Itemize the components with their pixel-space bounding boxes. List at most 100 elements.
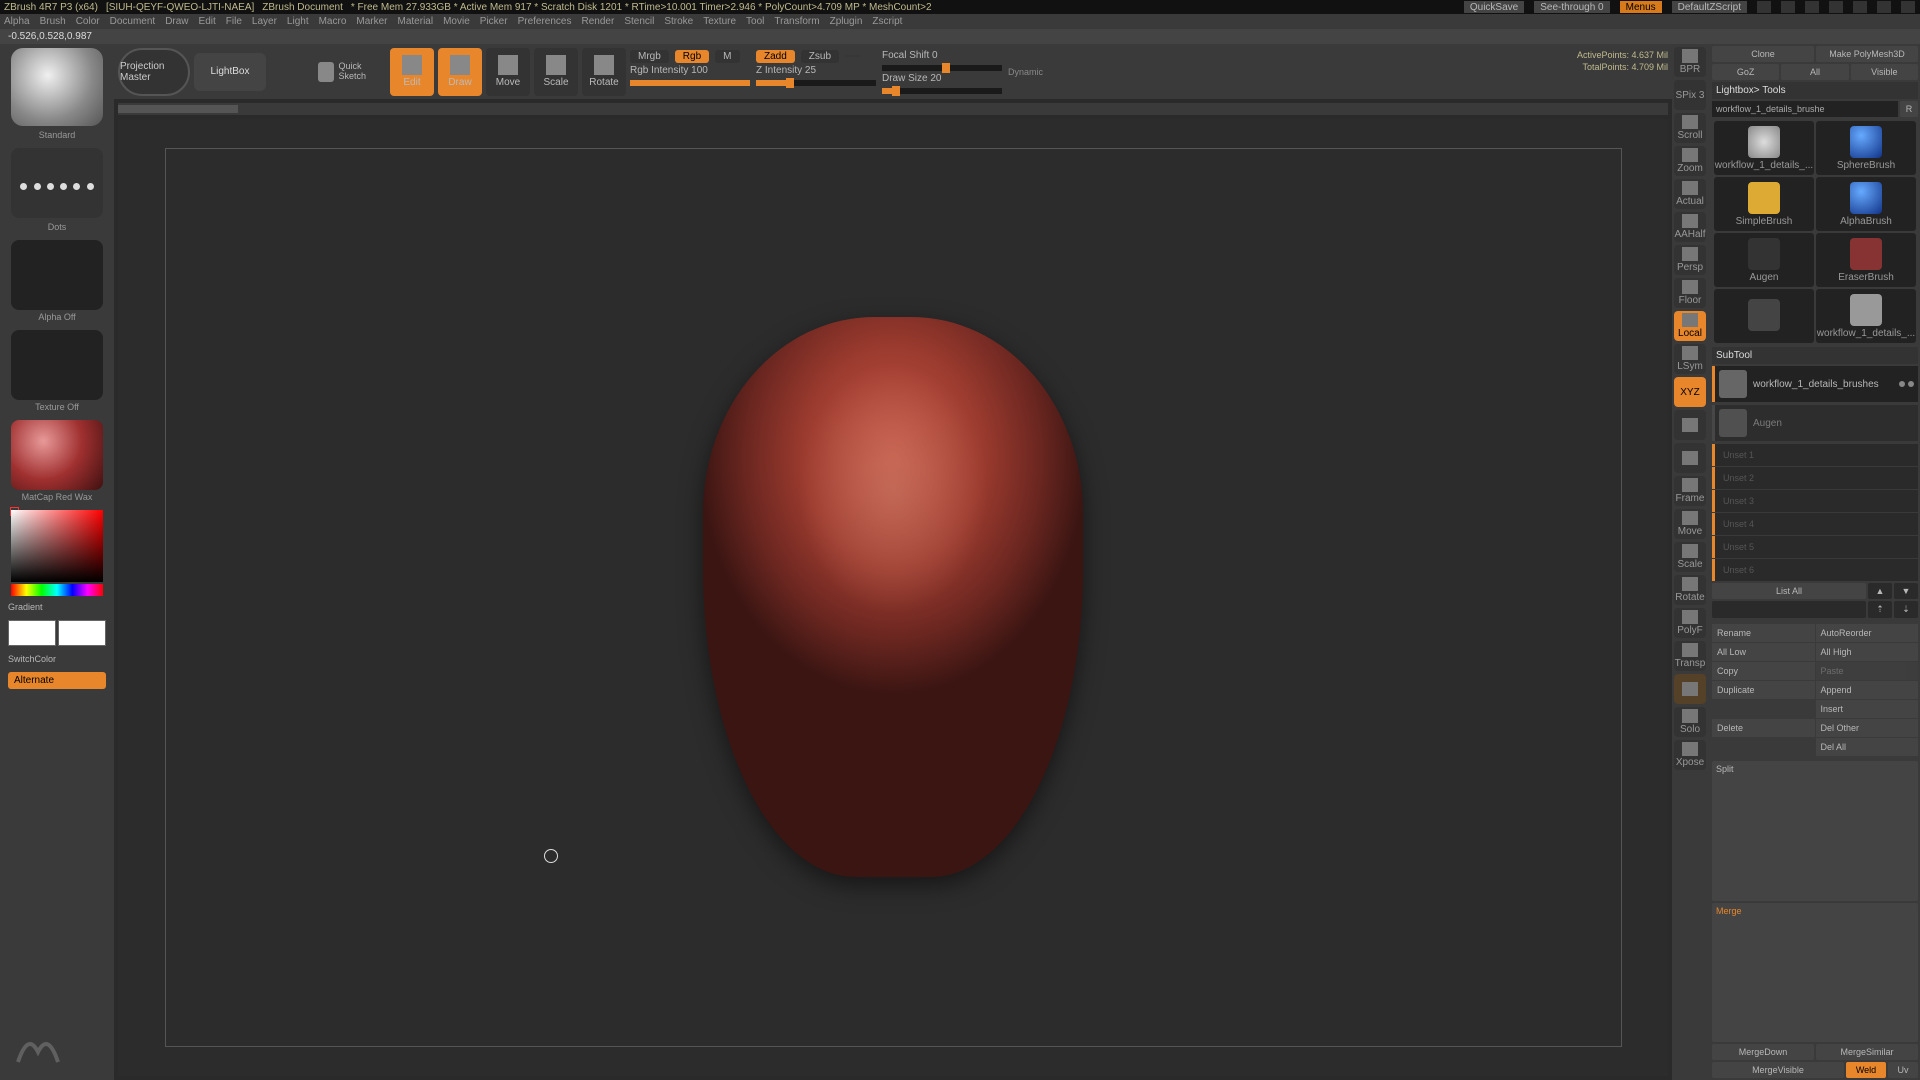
draw-mode-button[interactable]: Draw	[438, 48, 482, 96]
nav-blank-1[interactable]	[1674, 410, 1706, 440]
window-icon-2[interactable]	[1781, 1, 1795, 13]
scale-mode-button[interactable]: Scale	[534, 48, 578, 96]
swatch-main[interactable]	[8, 620, 56, 646]
texture-thumbnail[interactable]	[11, 330, 103, 400]
ghost-button[interactable]	[1674, 674, 1706, 704]
move-mode-button[interactable]: Move	[486, 48, 530, 96]
delete-button[interactable]: Delete	[1712, 719, 1815, 737]
append-button[interactable]: Append	[1816, 681, 1919, 699]
draw-size-slider[interactable]	[882, 88, 1002, 94]
make-polymesh-button[interactable]: Make PolyMesh3D	[1816, 46, 1918, 62]
unset-2[interactable]: Unset 2	[1712, 467, 1918, 489]
projection-master-button[interactable]: Projection Master	[118, 48, 190, 96]
polyf-button[interactable]: PolyF	[1674, 608, 1706, 638]
nav-rotate-button[interactable]: Rotate	[1674, 575, 1706, 605]
defaultscript-button[interactable]: DefaultZScript	[1672, 1, 1747, 13]
tool-tile-eraser[interactable]: EraserBrush	[1816, 233, 1916, 287]
prev-button[interactable]	[1712, 601, 1866, 618]
alternate-button[interactable]: Alternate	[8, 672, 106, 689]
move-down-icon[interactable]: ⇣	[1894, 601, 1918, 618]
rgb-button[interactable]: Rgb	[675, 50, 709, 63]
window-icon-4[interactable]	[1829, 1, 1843, 13]
menu-movie[interactable]: Movie	[443, 16, 470, 27]
alpha-thumbnail[interactable]	[11, 240, 103, 310]
brush-thumbnail[interactable]	[11, 48, 103, 126]
menu-draw[interactable]: Draw	[165, 16, 188, 27]
persp-button[interactable]: Persp	[1674, 245, 1706, 275]
menu-render[interactable]: Render	[582, 16, 615, 27]
seethrough-slider[interactable]: See-through 0	[1534, 1, 1609, 13]
m-button[interactable]: M	[715, 50, 739, 63]
sculpted-model[interactable]	[703, 317, 1083, 877]
menu-stroke[interactable]: Stroke	[664, 16, 693, 27]
move-up-icon[interactable]: ⇡	[1868, 601, 1892, 618]
quicksketch-button[interactable]: Quick Sketch	[314, 48, 386, 96]
canvas-area[interactable]	[118, 119, 1668, 1076]
tool-tile-8[interactable]: workflow_1_details_...	[1816, 289, 1916, 343]
floor-button[interactable]: Floor	[1674, 278, 1706, 308]
edit-mode-button[interactable]: Edit	[390, 48, 434, 96]
subtool-item-2[interactable]: Augen	[1712, 405, 1918, 441]
goz-button[interactable]: GoZ	[1712, 64, 1779, 80]
xpose-button[interactable]: Xpose	[1674, 740, 1706, 770]
arrow-up-icon[interactable]: ▲	[1868, 583, 1892, 599]
stroke-thumbnail[interactable]	[11, 148, 103, 218]
subtool-header[interactable]: SubTool	[1712, 347, 1918, 364]
menu-color[interactable]: Color	[76, 16, 100, 27]
rgb-intensity-slider[interactable]	[630, 80, 750, 86]
z-intensity-label[interactable]: Z Intensity 25	[756, 65, 876, 76]
swatch-secondary[interactable]	[58, 620, 106, 646]
unset-5[interactable]: Unset 5	[1712, 536, 1918, 558]
tool-tile-7[interactable]	[1714, 289, 1814, 343]
arrow-down-icon[interactable]: ▼	[1894, 583, 1918, 599]
visibility-icon[interactable]	[1908, 381, 1914, 387]
focal-shift-slider[interactable]	[882, 65, 1002, 71]
material-thumbnail[interactable]	[11, 420, 103, 490]
spix-button[interactable]: SPix 3	[1674, 80, 1706, 110]
hue-bar[interactable]	[11, 584, 103, 596]
close-icon[interactable]	[1901, 1, 1915, 13]
goz-all-button[interactable]: All	[1781, 64, 1848, 80]
mergesimilar-button[interactable]: MergeSimilar	[1816, 1044, 1918, 1060]
unset-1[interactable]: Unset 1	[1712, 444, 1918, 466]
subtool-item-1[interactable]: workflow_1_details_brushes	[1712, 366, 1918, 402]
rgb-intensity-label[interactable]: Rgb Intensity 100	[630, 65, 750, 76]
copy-button[interactable]: Copy	[1712, 662, 1815, 680]
zadd-button[interactable]: Zadd	[756, 50, 795, 63]
menu-macro[interactable]: Macro	[319, 16, 347, 27]
switchcolor-button[interactable]: SwitchColor	[8, 654, 106, 664]
menu-zscript[interactable]: Zscript	[872, 16, 902, 27]
window-icon-1[interactable]	[1757, 1, 1771, 13]
unset-4[interactable]: Unset 4	[1712, 513, 1918, 535]
del-other-button[interactable]: Del Other	[1816, 719, 1919, 737]
tool-tile-alpha[interactable]: AlphaBrush	[1816, 177, 1916, 231]
menu-light[interactable]: Light	[287, 16, 309, 27]
mergedown-button[interactable]: MergeDown	[1712, 1044, 1814, 1060]
actual-button[interactable]: Actual	[1674, 179, 1706, 209]
rename-button[interactable]: Rename	[1712, 624, 1815, 642]
menu-texture[interactable]: Texture	[703, 16, 736, 27]
zsub-button[interactable]: Zsub	[801, 50, 839, 63]
uv-button[interactable]: Uv	[1888, 1062, 1918, 1078]
insert-button[interactable]: Insert	[1816, 700, 1919, 718]
bpr-button[interactable]: BPR	[1674, 47, 1706, 77]
menu-document[interactable]: Document	[110, 16, 156, 27]
menu-alpha[interactable]: Alpha	[4, 16, 30, 27]
color-picker[interactable]	[11, 510, 103, 582]
focal-shift-label[interactable]: Focal Shift 0	[882, 50, 1002, 61]
rotate-mode-button[interactable]: Rotate	[582, 48, 626, 96]
clone-button[interactable]: Clone	[1712, 46, 1814, 62]
frame-button[interactable]: Frame	[1674, 476, 1706, 506]
unset-6[interactable]: Unset 6	[1712, 559, 1918, 581]
tool-tile-current[interactable]: workflow_1_details_...	[1714, 121, 1814, 175]
all-low-button[interactable]: All Low	[1712, 643, 1815, 661]
menu-stencil[interactable]: Stencil	[624, 16, 654, 27]
menu-preferences[interactable]: Preferences	[518, 16, 572, 27]
nav-move-button[interactable]: Move	[1674, 509, 1706, 539]
z-intensity-slider[interactable]	[756, 80, 876, 86]
nav-blank-2[interactable]	[1674, 443, 1706, 473]
draw-size-label[interactable]: Draw Size 20	[882, 73, 1002, 84]
menu-tool[interactable]: Tool	[746, 16, 764, 27]
aahalf-button[interactable]: AAHalf	[1674, 212, 1706, 242]
tool-tile-augen[interactable]: Augen	[1714, 233, 1814, 287]
